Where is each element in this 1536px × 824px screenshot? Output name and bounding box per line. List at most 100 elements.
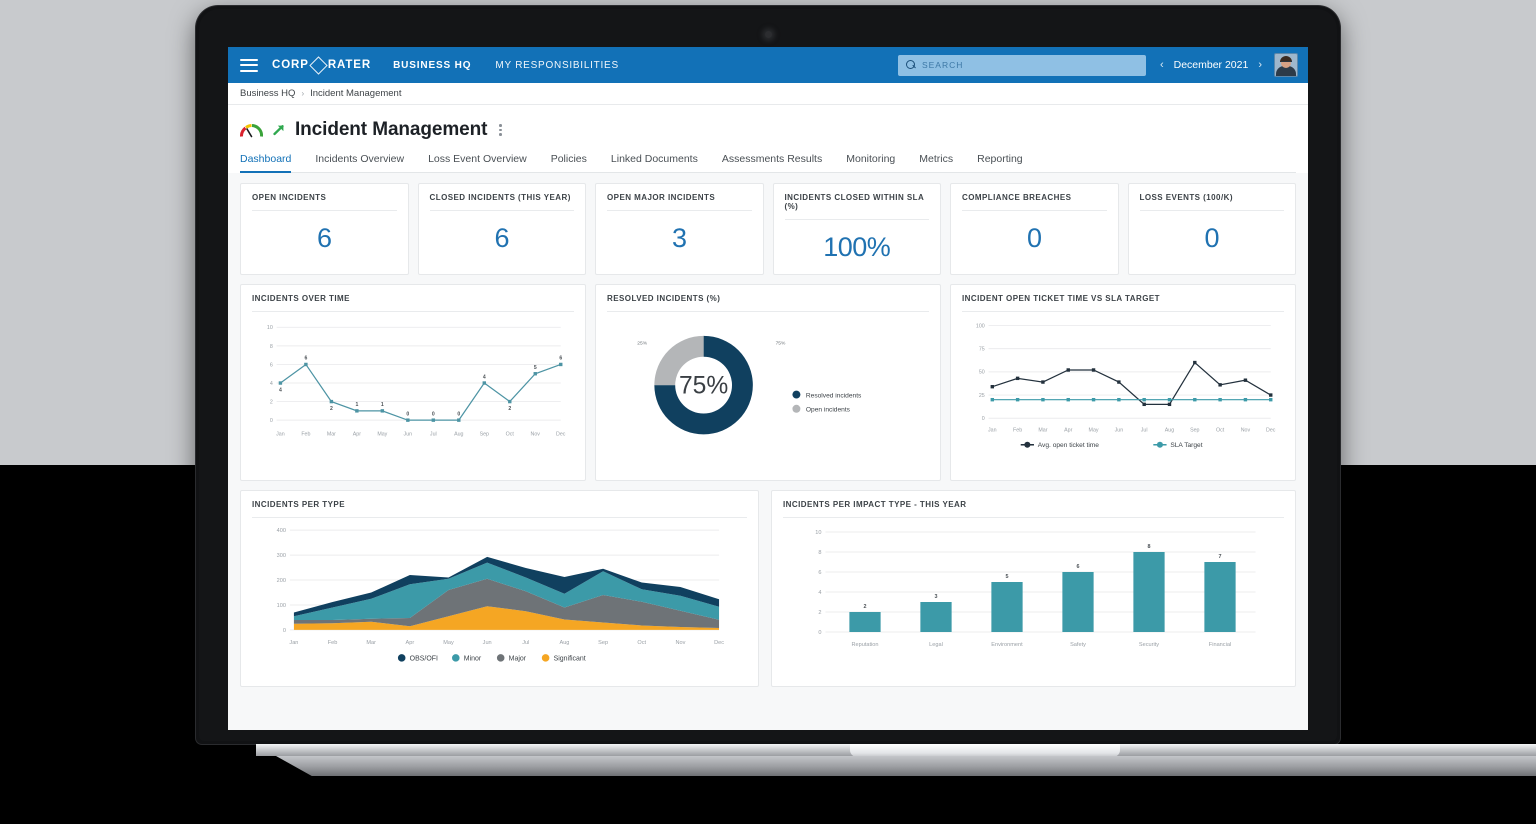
svg-text:5: 5	[1006, 574, 1009, 580]
search-box[interactable]	[897, 54, 1146, 76]
svg-text:4: 4	[279, 388, 282, 394]
svg-text:Aug: Aug	[454, 431, 463, 437]
period-label: December 2021	[1173, 59, 1249, 71]
chart-incidents-per-type[interactable]: INCIDENTS PER TYPE 0 100 200 300 400 Jan Feb Ma…	[240, 490, 759, 687]
tab-bar: Dashboard Incidents Overview Loss Event …	[240, 153, 1296, 173]
svg-text:Feb: Feb	[301, 431, 310, 437]
svg-text:Major: Major	[509, 655, 527, 662]
breadcrumb-root[interactable]: Business HQ	[240, 88, 295, 99]
chart-title: INCIDENT OPEN TICKET TIME VS SLA TARGET	[962, 294, 1284, 312]
page-title: Incident Management	[295, 119, 488, 140]
incidents-over-time-plot: 02468104621 10 0 04256Jan Feb Mar Apr May Jun Jul…	[267, 325, 566, 437]
svg-text:25: 25	[979, 393, 985, 399]
incidents-per-impact-bar: 0 2 4 6 8 10 2 3 5 6 8 7 Reputation Legal Environment S…	[815, 530, 1256, 648]
kpi-closed-incidents[interactable]: CLOSED INCIDENTS (THIS YEAR) 6	[417, 183, 586, 275]
avatar[interactable]	[1274, 53, 1298, 77]
svg-text:Legal: Legal	[929, 642, 943, 648]
kpi-value: 6	[494, 223, 510, 253]
svg-text:Jan: Jan	[289, 640, 298, 646]
search-input[interactable]	[921, 60, 1138, 70]
kpi-loss-events[interactable]: LOSS EVENTS (100/K) 0	[1127, 183, 1296, 275]
prev-period-icon[interactable]: ‹	[1160, 59, 1164, 71]
chart-incidents-over-time[interactable]: INCIDENTS OVER TIME 0 2 4 6 8 10 4 6 2 1 1 0 0 0 4 2 5 6 J…	[240, 284, 586, 481]
kebab-menu-icon[interactable]	[499, 124, 502, 136]
tab-policies[interactable]: Policies	[539, 153, 599, 172]
tab-assessments-results[interactable]: Assessments Results	[710, 153, 834, 172]
svg-text:25%: 25%	[637, 340, 647, 346]
kpi-value: 0	[1204, 223, 1220, 253]
kpi-compliance-breaches[interactable]: COMPLIANCE BREACHES 0	[950, 183, 1119, 275]
chart-incidents-per-impact-type[interactable]: INCIDENTS PER IMPACT TYPE - THIS YEAR 0 2…	[771, 490, 1296, 687]
svg-text:10: 10	[267, 325, 273, 331]
kpi-row: OPEN INCIDENTS 6 CLOSED INCIDENTS (THIS …	[240, 183, 1296, 275]
nav-my-responsibilities[interactable]: MY RESPONSIBILITIES	[495, 60, 619, 71]
svg-text:Sep: Sep	[1190, 428, 1199, 434]
svg-text:Aug: Aug	[559, 640, 569, 646]
period-selector: ‹ December 2021 ›	[1160, 59, 1262, 71]
tab-incidents-overview[interactable]: Incidents Overview	[303, 153, 416, 172]
kpi-value: 100%	[823, 232, 891, 262]
kpi-label: INCIDENTS CLOSED WITHIN SLA (%)	[784, 193, 929, 220]
svg-text:2: 2	[330, 406, 333, 412]
kpi-label: LOSS EVENTS (100/K)	[1139, 193, 1284, 211]
svg-text:Dec: Dec	[556, 431, 566, 437]
svg-text:Environment: Environment	[991, 642, 1023, 648]
svg-text:0: 0	[982, 416, 985, 422]
svg-text:4: 4	[483, 374, 486, 380]
kpi-value: 3	[671, 223, 687, 253]
svg-text:50: 50	[979, 370, 985, 376]
svg-text:0: 0	[457, 411, 460, 417]
svg-text:2: 2	[270, 399, 273, 405]
chart-canvas: 0 2 4 6 8 10 4 6 2 1 1 0 0 0 4 2 5 6 Jan Feb Mar Apr May Jun Jul…	[252, 312, 574, 470]
brand-text-left: CORP	[272, 59, 309, 71]
svg-text:8: 8	[818, 550, 821, 556]
tab-loss-event-overview[interactable]: Loss Event Overview	[416, 153, 539, 172]
svg-text:Apr: Apr	[353, 431, 361, 437]
chart-open-ticket-vs-sla[interactable]: INCIDENT OPEN TICKET TIME VS SLA TARGET …	[950, 284, 1296, 481]
svg-text:200: 200	[277, 578, 286, 584]
corporater-logo[interactable]: CORP RATER	[272, 55, 371, 75]
tab-linked-documents[interactable]: Linked Documents	[599, 153, 710, 172]
svg-text:3: 3	[935, 594, 938, 600]
kpi-incidents-closed-within-sla[interactable]: INCIDENTS CLOSED WITHIN SLA (%) 100%	[772, 183, 941, 275]
svg-text:Safety: Safety	[1070, 642, 1086, 648]
svg-text:300: 300	[277, 553, 286, 559]
chart-title: RESOLVED INCIDENTS (%)	[607, 294, 929, 312]
next-period-icon[interactable]: ›	[1258, 59, 1262, 71]
svg-text:Jan: Jan	[276, 431, 285, 437]
page-header: Incident Management Dashboard Incidents …	[228, 105, 1308, 173]
svg-text:Oct: Oct	[1216, 428, 1225, 434]
breadcrumb-current[interactable]: Incident Management	[310, 88, 401, 99]
svg-text:Jun: Jun	[404, 431, 413, 437]
laptop-mockup: CORP RATER BUSINESS HQ MY RESPONSIBILITI…	[196, 6, 1536, 776]
laptop-base	[256, 744, 1536, 778]
svg-text:May: May	[443, 640, 454, 646]
svg-text:Mar: Mar	[1038, 428, 1047, 434]
svg-text:Sep: Sep	[598, 640, 608, 646]
svg-text:6: 6	[270, 362, 273, 368]
laptop-lid: CORP RATER BUSINESS HQ MY RESPONSIBILITI…	[196, 6, 1340, 744]
svg-text:6: 6	[559, 356, 562, 362]
svg-text:Jul: Jul	[522, 640, 529, 646]
svg-text:Open incidents: Open incidents	[806, 407, 851, 414]
tab-reporting[interactable]: Reporting	[965, 153, 1035, 172]
tab-monitoring[interactable]: Monitoring	[834, 153, 907, 172]
kpi-open-incidents[interactable]: OPEN INCIDENTS 6	[240, 183, 409, 275]
tab-dashboard[interactable]: Dashboard	[240, 153, 303, 173]
nav-business-hq[interactable]: BUSINESS HQ	[393, 60, 471, 71]
kpi-value: 6	[316, 223, 332, 253]
svg-text:Significant: Significant	[554, 655, 586, 662]
svg-text:Nov: Nov	[1241, 428, 1251, 434]
hamburger-icon[interactable]	[240, 58, 258, 72]
screen: CORP RATER BUSINESS HQ MY RESPONSIBILITI…	[228, 47, 1308, 730]
chart-resolved-incidents[interactable]: RESOLVED INCIDENTS (%) 75% 25% 75% Resolved…	[595, 284, 941, 481]
kpi-open-major-incidents[interactable]: OPEN MAJOR INCIDENTS 3	[595, 183, 764, 275]
kpi-label: COMPLIANCE BREACHES	[962, 193, 1107, 211]
kpi-label: CLOSED INCIDENTS (THIS YEAR)	[429, 193, 574, 211]
chart-canvas: 0 100 200 300 400 Jan Feb Mar Apr May Jun Jul Aug Sep…	[252, 518, 747, 676]
svg-text:Jan: Jan	[988, 428, 997, 434]
chart-title: INCIDENTS PER TYPE	[252, 500, 747, 518]
svg-text:Jun: Jun	[1115, 428, 1124, 434]
avatar-glasses	[1280, 61, 1292, 64]
tab-metrics[interactable]: Metrics	[907, 153, 965, 172]
